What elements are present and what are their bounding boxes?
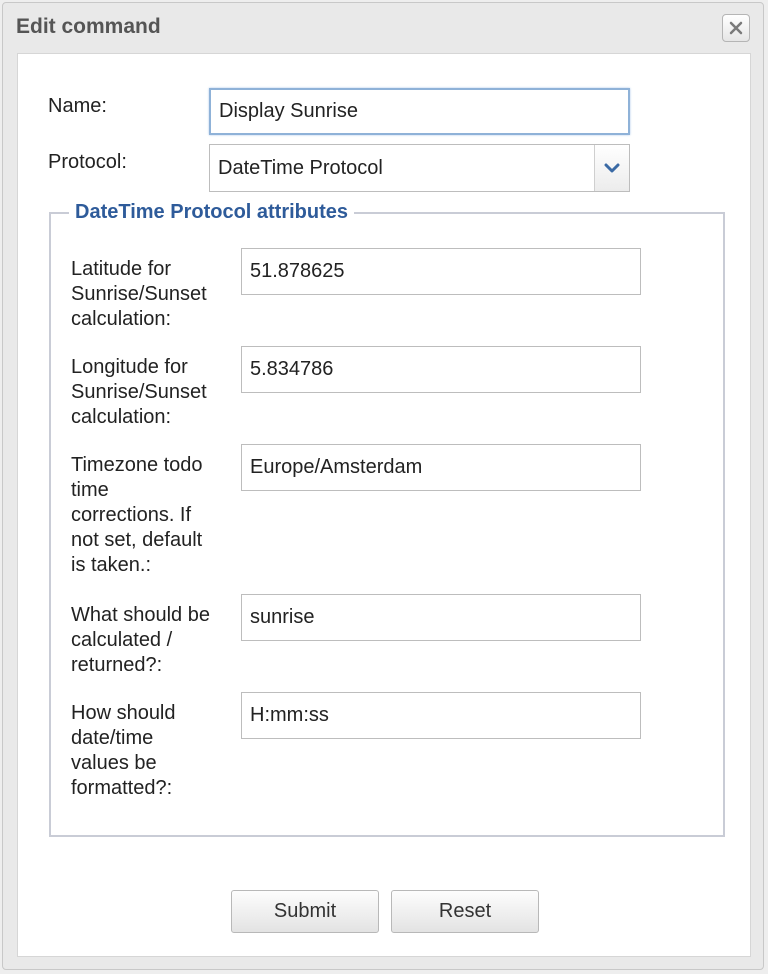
edit-command-dialog: Edit command Name: Protocol: DateTime Pr… bbox=[2, 2, 764, 970]
timezone-label: Timezone todo time corrections. If not s… bbox=[71, 454, 203, 576]
protocol-selected-value: DateTime Protocol bbox=[218, 157, 383, 179]
dialog-titlebar[interactable]: Edit command bbox=[3, 3, 763, 53]
calculation-type-input[interactable] bbox=[241, 594, 641, 641]
format-input[interactable] bbox=[241, 692, 641, 739]
timezone-input[interactable] bbox=[241, 444, 641, 491]
calculation-type-label: What should be calculated / returned?: bbox=[71, 604, 210, 676]
reset-button[interactable]: Reset bbox=[391, 890, 539, 933]
protocol-label: Protocol: bbox=[48, 151, 127, 173]
dialog-title: Edit command bbox=[16, 15, 161, 38]
dialog-content: Name: Protocol: DateTime Protocol DateTi… bbox=[17, 53, 751, 957]
chevron-down-icon bbox=[604, 163, 620, 173]
protocol-dropdown-button[interactable] bbox=[594, 145, 629, 191]
name-input[interactable] bbox=[209, 88, 630, 135]
submit-button[interactable]: Submit bbox=[231, 890, 379, 933]
longitude-label: Longitude for Sunrise/Sunset calculation… bbox=[71, 356, 207, 428]
attributes-legend: DateTime Protocol attributes bbox=[69, 201, 355, 224]
latitude-label: Latitude for Sunrise/Sunset calculation: bbox=[71, 258, 207, 330]
datetime-attributes-fieldset: DateTime Protocol attributes Latitude fo… bbox=[49, 201, 725, 837]
name-label: Name: bbox=[48, 95, 107, 117]
protocol-select[interactable]: DateTime Protocol bbox=[209, 144, 630, 192]
longitude-input[interactable] bbox=[241, 346, 641, 393]
close-icon bbox=[729, 21, 743, 35]
close-button[interactable] bbox=[722, 14, 750, 42]
format-label: How should date/time values be formatted… bbox=[71, 702, 176, 799]
latitude-input[interactable] bbox=[241, 248, 641, 295]
